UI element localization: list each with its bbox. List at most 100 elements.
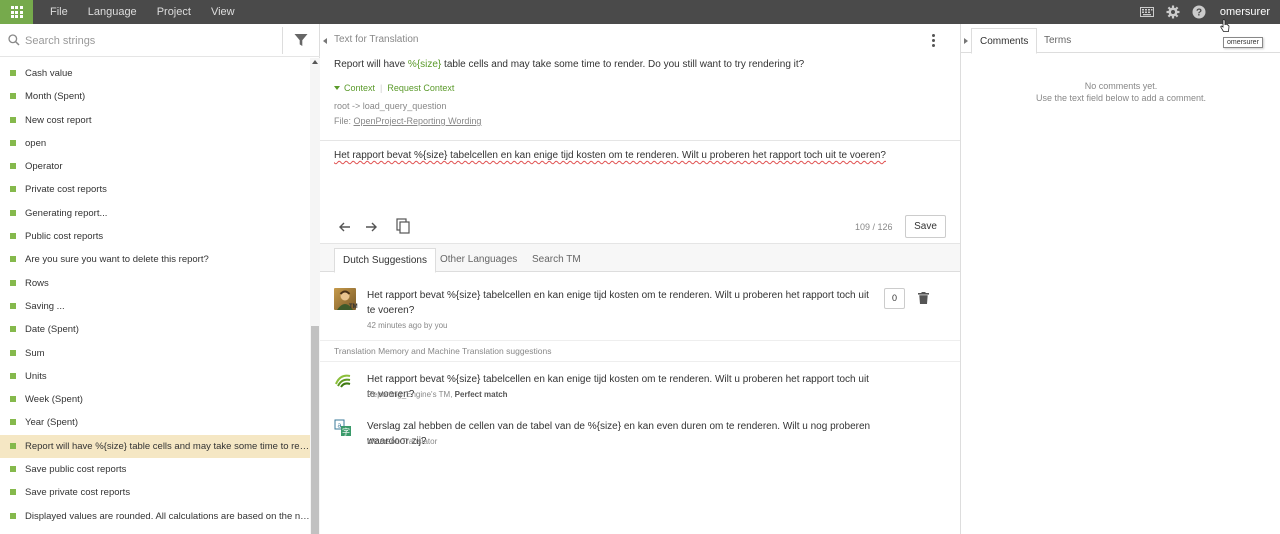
string-list-item-label: Month (Spent) — [25, 91, 86, 103]
search-input[interactable] — [25, 32, 275, 50]
context-key: root -> load_query_question — [334, 101, 447, 111]
string-list-item[interactable]: Save private cost reports — [0, 481, 310, 504]
collapse-left-arrow-icon[interactable] — [323, 38, 327, 44]
request-context-link[interactable]: Request Context — [387, 83, 454, 93]
string-list-item[interactable]: Month (Spent) — [0, 85, 310, 108]
translated-status-icon — [10, 209, 16, 216]
search-icon — [8, 34, 20, 49]
menu-file[interactable]: File — [40, 0, 78, 24]
filter-icon[interactable] — [294, 33, 308, 50]
help-icon[interactable]: ? — [1186, 0, 1212, 24]
translated-status-icon — [10, 279, 16, 286]
top-bar: File Language Project View ? omersurer — [0, 0, 1280, 24]
next-string-arrow-icon[interactable] — [364, 220, 378, 234]
main-menu: File Language Project View — [40, 0, 245, 24]
string-list: Cash value Month (Spent) New cost report op… — [0, 62, 310, 528]
mt-suggestion-item[interactable]: a字 Verslag zal hebben de cellen van de t… — [334, 419, 946, 451]
strings-panel: Cash value Month (Spent) New cost report op… — [0, 24, 320, 534]
string-list-item[interactable]: Cash value — [0, 62, 310, 85]
translated-status-icon — [10, 512, 16, 519]
microsoft-translator-icon: a字 — [334, 419, 352, 440]
translated-status-icon — [10, 489, 16, 496]
menu-view[interactable]: View — [201, 0, 245, 24]
string-list-item[interactable]: Saving ... — [0, 295, 310, 318]
svg-text:字: 字 — [342, 427, 350, 437]
tab-terms[interactable]: Terms — [1036, 28, 1079, 54]
string-list-item[interactable]: open — [0, 132, 310, 155]
string-list-item[interactable]: Rows — [0, 272, 310, 295]
delete-trash-icon[interactable] — [918, 292, 929, 307]
tab-other-languages[interactable]: Other Languages — [432, 248, 525, 273]
character-counter: 109 / 126 — [855, 222, 893, 232]
menu-language[interactable]: Language — [78, 0, 147, 24]
string-list-item-label: open — [25, 137, 47, 149]
tab-dutch-suggestions[interactable]: Dutch Suggestions — [334, 248, 436, 273]
copy-source-icon[interactable] — [396, 218, 410, 237]
string-list-item[interactable]: Private cost reports — [0, 178, 310, 201]
string-list-item-label: Save private cost reports — [25, 487, 131, 499]
translated-status-icon — [10, 419, 16, 426]
string-list-item-label: Save public cost reports — [25, 464, 127, 476]
editor-heading: Text for Translation — [334, 34, 419, 45]
string-list-item[interactable]: Generating report... — [0, 202, 310, 225]
scroll-up-arrow-icon[interactable] — [312, 60, 318, 64]
suggestion-text: Het rapport bevat %{size} tabelcellen en… — [367, 290, 869, 316]
tm-suggestion-source: Reporting_Engine's TM, Perfect match — [367, 390, 508, 399]
menu-project[interactable]: Project — [147, 0, 201, 24]
apps-menu-button[interactable] — [0, 0, 33, 24]
string-list-item-label: Private cost reports — [25, 184, 107, 196]
source-string: Report will have %{size} table cells and… — [334, 59, 805, 70]
translated-status-icon — [10, 349, 16, 356]
context-toggle-icon[interactable] — [334, 86, 340, 90]
username-tooltip: omersurer — [1223, 37, 1263, 48]
empty-comments-message: No comments yet. Use the text field belo… — [1035, 81, 1207, 103]
save-button[interactable]: Save — [905, 215, 946, 238]
string-list-item[interactable]: Public cost reports — [0, 225, 310, 248]
previous-string-arrow-icon[interactable] — [338, 220, 352, 234]
string-list-item[interactable]: Report will have %{size} table cells and… — [0, 434, 310, 459]
translation-textarea[interactable]: Het rapport bevat %{size} tabelcellen en… — [334, 150, 886, 161]
string-list-item[interactable]: Sum — [0, 342, 310, 365]
string-list-item[interactable]: Year (Spent) — [0, 411, 310, 434]
translated-status-icon — [10, 466, 16, 473]
tab-search-tm[interactable]: Search TM — [524, 248, 589, 273]
hand-cursor-icon — [1220, 19, 1230, 36]
settings-gear-icon[interactable] — [1160, 0, 1186, 24]
translated-status-icon — [10, 70, 16, 76]
translated-status-icon — [10, 93, 16, 100]
translated-status-icon — [10, 139, 16, 146]
string-list-item-label: Generating report... — [25, 207, 108, 219]
string-list-item-label: Operator — [25, 161, 63, 173]
translated-status-icon — [10, 116, 16, 123]
file-link[interactable]: OpenProject-Reporting Wording — [354, 116, 482, 126]
string-list-item-label: Year (Spent) — [25, 417, 78, 429]
string-list-item-label: Report will have %{size} table cells and… — [25, 440, 310, 452]
tab-comments[interactable]: Comments — [971, 28, 1038, 54]
placeholder-token: %{size} — [407, 59, 442, 70]
string-list-item-label: Displayed values are rounded. All calcul… — [25, 510, 310, 522]
string-list-item[interactable]: Displayed values are rounded. All calcul… — [0, 505, 310, 528]
scrollbar-thumb[interactable] — [311, 326, 319, 534]
tm-suggestion-item[interactable]: Het rapport bevat %{size} tabelcellen en… — [334, 372, 946, 404]
string-list-item[interactable]: Date (Spent) — [0, 318, 310, 341]
keyboard-icon[interactable] — [1134, 0, 1160, 24]
suggestion-item[interactable]: TM Het rapport bevat %{size} tabelcellen… — [334, 288, 946, 332]
editor-panel: Text for Translation Report will have %{… — [320, 24, 960, 534]
more-options-icon[interactable] — [932, 34, 935, 47]
translated-status-icon — [10, 256, 16, 263]
string-list-item[interactable]: Units — [0, 365, 310, 388]
translated-status-icon — [10, 326, 16, 333]
match-quality: Perfect match — [454, 390, 508, 399]
string-list-item[interactable]: Save public cost reports — [0, 458, 310, 481]
string-list-item[interactable]: Week (Spent) — [0, 388, 310, 411]
translated-status-icon — [10, 233, 16, 240]
string-list-item[interactable]: New cost report — [0, 109, 310, 132]
string-list-item-label: Rows — [25, 277, 49, 289]
translated-status-icon — [10, 302, 16, 309]
string-list-item[interactable]: Are you sure you want to delete this rep… — [0, 248, 310, 271]
string-list-item-label: Public cost reports — [25, 231, 104, 243]
context-toggle[interactable]: Context — [344, 83, 375, 93]
string-list-item[interactable]: Operator — [0, 155, 310, 178]
translated-status-icon — [10, 442, 16, 449]
vote-count[interactable]: 0 — [884, 288, 905, 309]
